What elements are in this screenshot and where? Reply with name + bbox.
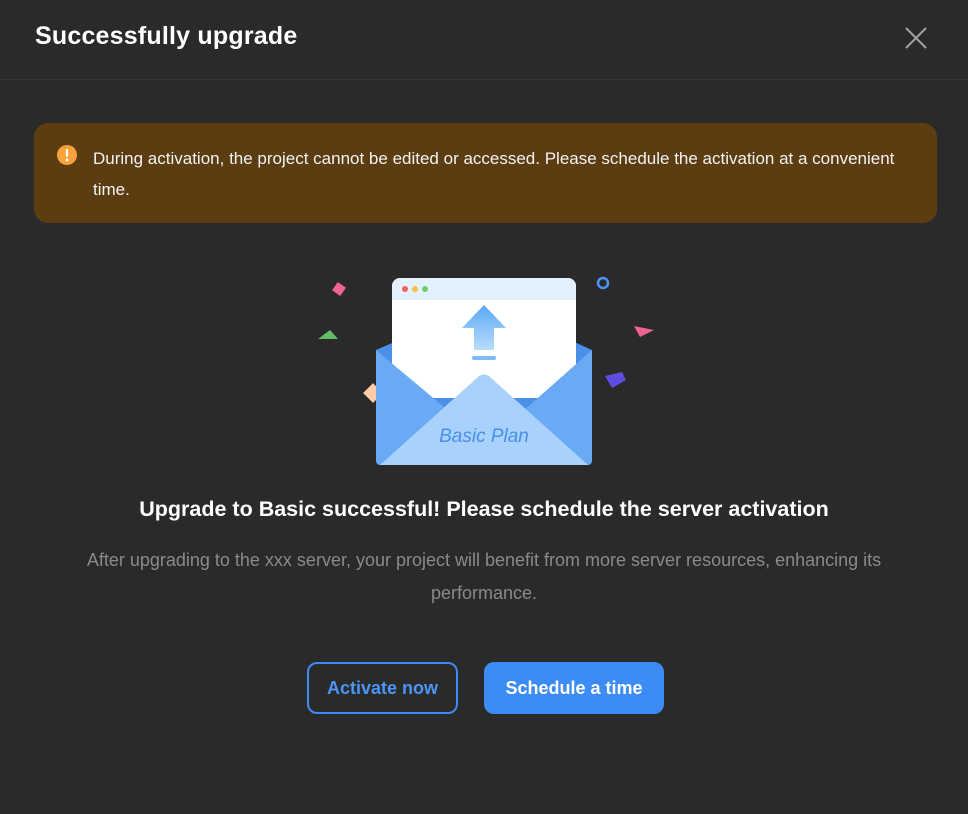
activate-now-button[interactable]: Activate now (307, 662, 458, 714)
success-description: After upgrading to the xxx server, your … (86, 550, 882, 603)
confetti-pink-2 (634, 326, 654, 337)
exclamation-circle-icon (57, 145, 77, 165)
confetti-ring (596, 276, 610, 290)
warning-alert: During activation, the project cannot be… (34, 123, 937, 223)
confetti-pink (332, 282, 346, 296)
plan-label: Basic Plan (439, 426, 529, 447)
schedule-time-button[interactable]: Schedule a time (484, 662, 664, 714)
dialog-header: Successfully upgrade (0, 0, 968, 80)
success-headline: Upgrade to Basic successful! Please sche… (139, 497, 829, 521)
envelope-upgrade-illustration: Basic Plan (318, 276, 654, 465)
alert-text: During activation, the project cannot be… (93, 149, 895, 199)
close-button[interactable] (902, 24, 930, 52)
dialog-title: Successfully upgrade (35, 22, 298, 50)
confetti-purple (605, 372, 626, 388)
upgrade-dialog: Successfully upgrade During activation, … (0, 0, 968, 814)
confetti-green (318, 330, 338, 339)
close-icon (905, 27, 927, 49)
